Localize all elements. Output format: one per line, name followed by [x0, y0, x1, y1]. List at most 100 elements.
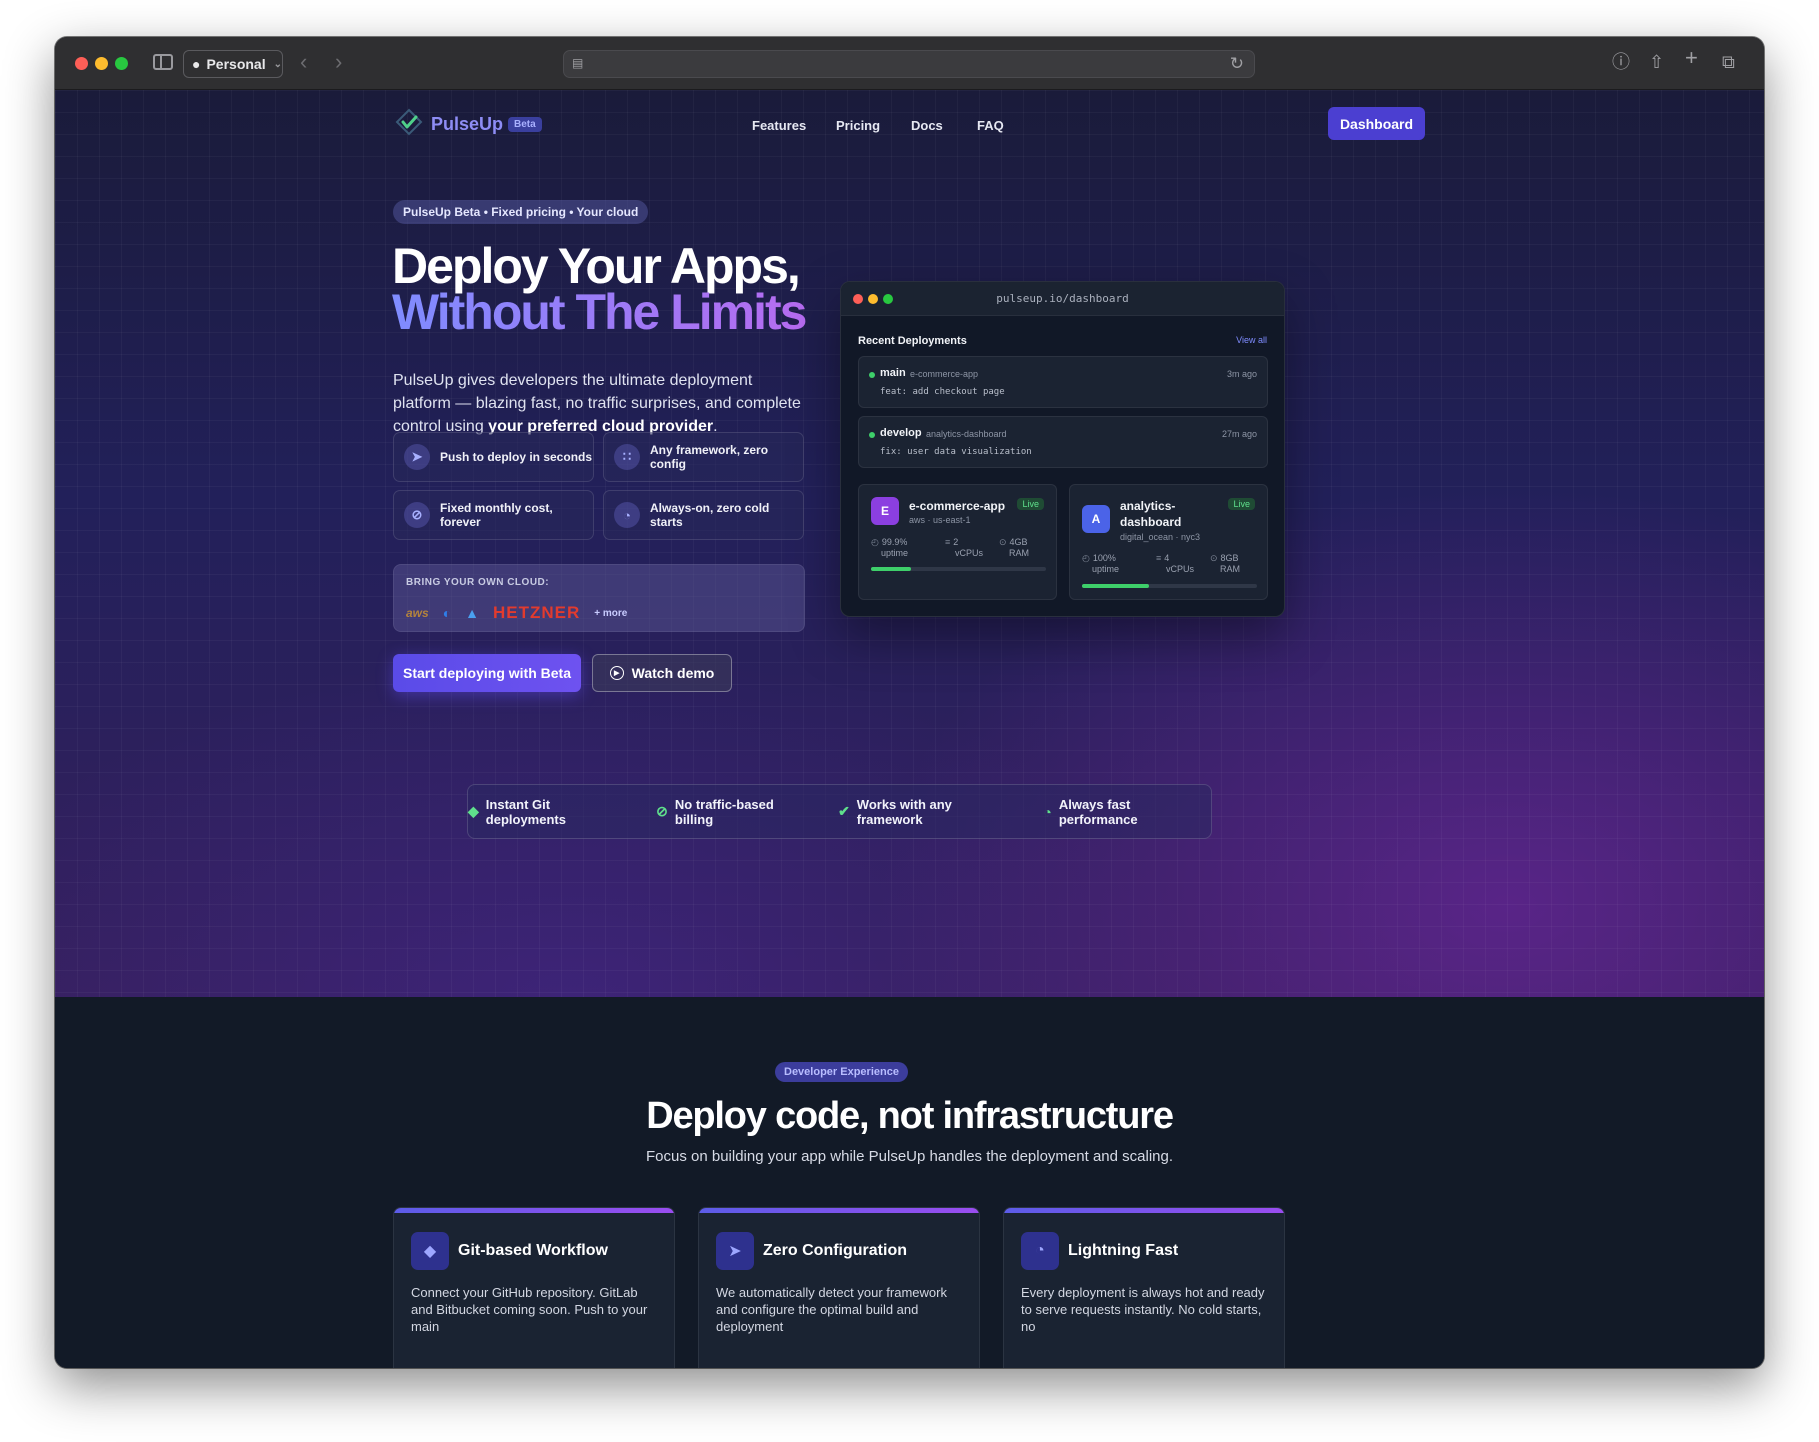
section-subtitle: Focus on building your app while PulseUp… [646, 1148, 1173, 1165]
view-all-link[interactable]: View all [1236, 335, 1267, 345]
clock-icon: ◴ [871, 537, 879, 547]
nav-link-pricing[interactable]: Pricing [836, 118, 880, 133]
ram-stat: ⊙ 4GB RAM [999, 537, 1029, 558]
card-accent-bar [394, 1208, 674, 1213]
ram-stat: ⊙ 8GB RAM [1210, 553, 1240, 574]
uptime-stat: ◴ 99.9% uptime [871, 537, 909, 558]
share-icon[interactable]: ⇧ [1649, 53, 1664, 71]
browser-window: ● Personal ⌄ ‹ › ▤ ↻ ⓘ ⇧ + ⧉ PulseUp Bet… [55, 37, 1764, 1368]
app-card-analytics[interactable]: A analytics-dashboard Live digital_ocean… [1069, 484, 1268, 600]
rocket-icon: ➤ [404, 444, 430, 470]
reload-icon[interactable]: ↻ [1230, 54, 1244, 74]
cpu-icon: ≡ [1156, 553, 1162, 563]
person-icon: ● [192, 56, 201, 72]
forward-icon[interactable]: › [335, 51, 342, 73]
start-deploying-button[interactable]: Start deploying with Beta [393, 654, 581, 692]
card-accent-bar [1004, 1208, 1284, 1213]
rocket-icon: ➤ [716, 1232, 754, 1270]
play-icon: ▶ [609, 666, 624, 680]
usage-fill [1082, 584, 1149, 588]
card-text: Every deployment is always hot and ready… [1021, 1285, 1265, 1334]
live-badge: Live [1017, 498, 1044, 510]
clock-icon: ◴ [1082, 553, 1090, 563]
profile-switcher[interactable]: ● Personal ⌄ [183, 50, 283, 78]
deployment-message: fix: user data visualization [880, 447, 1032, 457]
deployment-row[interactable]: develop analytics-dashboard 27m ago fix:… [858, 416, 1268, 468]
deployment-time: 3m ago [1226, 369, 1257, 379]
address-bar[interactable]: ▤ ↻ [563, 50, 1255, 78]
gauge-icon: ◔ [1021, 1232, 1059, 1270]
app-region: aws · us-east-1 [909, 515, 971, 525]
memory-icon: ⊙ [999, 537, 1007, 547]
feature-fixed-cost: ⊘ Fixed monthly cost, forever [393, 490, 594, 540]
card-text: We automatically detect your framework a… [716, 1285, 947, 1334]
back-icon[interactable]: ‹ [300, 51, 307, 73]
info-icon[interactable]: ⓘ [1612, 53, 1630, 71]
section-pill: Developer Experience [775, 1062, 908, 1082]
usage-fill [871, 567, 912, 571]
status-dot [869, 432, 875, 438]
hero-lead: PulseUp gives developers the ultimate de… [393, 372, 801, 435]
nav-link-docs[interactable]: Docs [911, 118, 943, 133]
dashboard-button[interactable]: Dashboard [1328, 107, 1425, 140]
app-region: digital_ocean · nyc3 [1120, 532, 1201, 542]
page-content: PulseUp Beta Features Pricing Docs FAQ D… [55, 90, 1764, 1368]
cpu-stat: ≡ 4 vCPUs [1156, 553, 1195, 574]
deployment-branch: main [880, 367, 906, 379]
card-text: Connect your GitHub repository. GitLab a… [411, 1285, 648, 1334]
digitalocean-logo-icon: ◐ [442, 605, 452, 621]
feature-any-framework: ∷ Any framework, zero config [603, 432, 804, 482]
gauge-icon: ◔ [614, 502, 640, 528]
nav-link-features[interactable]: Features [752, 118, 806, 133]
close-window-button[interactable] [75, 57, 88, 70]
brand-name[interactable]: PulseUp [431, 114, 503, 135]
tab-overview-icon[interactable]: ⧉ [1722, 53, 1735, 71]
uptime-stat: ◴ 100% uptime [1082, 553, 1120, 574]
benefit-item: ✔ Works with any framework [838, 796, 952, 827]
app-name: analytics-dashboard [1120, 499, 1182, 529]
pulseup-logo-icon[interactable] [395, 108, 423, 136]
no-dollar-icon: ⊘ [656, 803, 668, 819]
zoom-window-button[interactable] [115, 57, 128, 70]
check-badge-icon: ✔ [838, 803, 850, 819]
benefit-item: ◆ Instant Git deployments [468, 796, 566, 827]
beta-badge: Beta [508, 117, 542, 132]
deployment-repo: e-commerce-app [910, 369, 979, 379]
aws-logo: aws [406, 606, 429, 620]
benefits-strip: ◆ Instant Git deployments ⊘ No traffic-bas… [467, 784, 1212, 839]
dashboard-preview: pulseup.io/dashboard Recent Deployments … [840, 281, 1285, 617]
deployment-repo: analytics-dashboard [926, 429, 1007, 439]
bring-your-own-cloud: BRING YOUR OWN CLOUD: aws ◐ ▲ HETZNER + … [393, 564, 805, 632]
card-accent-bar [699, 1208, 979, 1213]
watch-demo-button[interactable]: ▶ Watch demo [592, 654, 732, 692]
hero-section: PulseUp Beta Features Pricing Docs FAQ D… [55, 90, 1764, 997]
cpu-icon: ≡ [945, 537, 951, 547]
git-icon: ◆ [468, 803, 479, 819]
hero-pill: PulseUp Beta • Fixed pricing • Your clou… [393, 200, 649, 224]
deployment-time: 27m ago [1221, 429, 1257, 439]
preview-url: pulseup.io/dashboard [996, 292, 1129, 305]
more-providers-link[interactable]: + more [594, 608, 627, 619]
no-dollar-icon: ⊘ [404, 502, 430, 528]
app-name: e-commerce-app [909, 499, 1006, 513]
memory-icon: ⊙ [1210, 553, 1218, 563]
app-avatar: E [871, 497, 899, 525]
app-card-e-commerce[interactable]: E e-commerce-app Live aws · us-east-1 ◴ 9… [858, 484, 1057, 600]
profile-name: Personal [206, 56, 266, 72]
deployment-row[interactable]: main e-commerce-app 3m ago feat: add che… [858, 356, 1268, 408]
deployment-branch: develop [880, 427, 922, 439]
sidebar-toggle-icon[interactable] [153, 54, 173, 70]
feature-push-to-deploy: ➤ Push to deploy in seconds [393, 432, 594, 482]
page-settings-icon[interactable]: ▤ [572, 56, 586, 70]
benefit-item: ◔ Always fast performance [1043, 796, 1138, 827]
usage-bar [1082, 584, 1257, 588]
minimize-window-button[interactable] [95, 57, 108, 70]
new-tab-icon[interactable]: + [1685, 47, 1698, 69]
live-badge: Live [1228, 498, 1255, 510]
nav-link-faq[interactable]: FAQ [977, 118, 1004, 133]
feature-card-lightning-fast: ◔ Lightning Fast Every deployment is alw… [1003, 1207, 1285, 1368]
deployment-message: feat: add checkout page [880, 387, 1005, 397]
section-title: Deploy code, not infrastructure [646, 1095, 1174, 1137]
grid-icon: ∷ [614, 444, 640, 470]
browser-toolbar: ● Personal ⌄ ‹ › ▤ ↻ ⓘ ⇧ + ⧉ [55, 37, 1764, 90]
